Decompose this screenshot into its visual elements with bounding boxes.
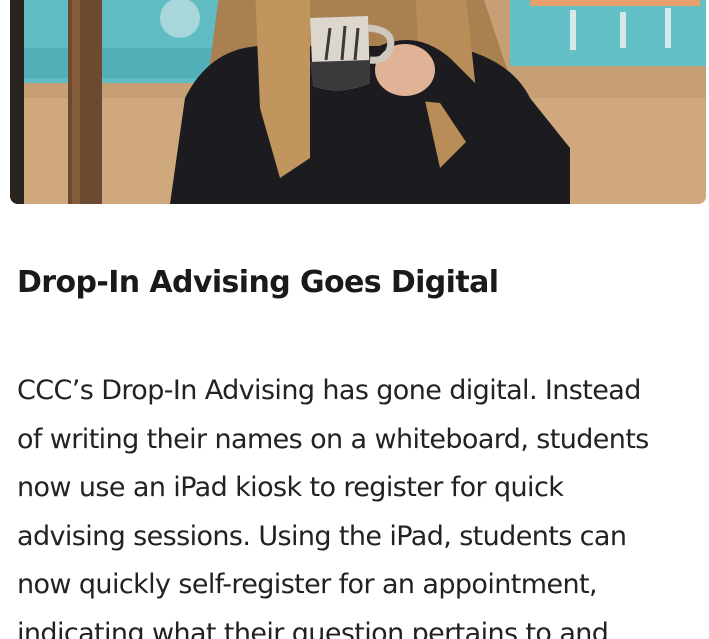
article-title[interactable]: Drop-In Advising Goes Digital [17, 261, 499, 305]
article-body-line: now use an iPad kiosk to register for qu… [17, 472, 564, 503]
article-body-line: advising sessions. Using the iPad, stude… [17, 520, 627, 552]
article-body-line: indicating what their question pertains … [17, 617, 609, 639]
article-body-line: now quickly self-register for an appoint… [17, 569, 598, 600]
article-body-line: CCC’s Drop-In Advising has gone digital.… [17, 375, 641, 406]
article-hero-image [10, 0, 706, 204]
photo-woman-drinking-from-mug-icon [10, 0, 706, 204]
article-body-line: of writing their names on a whiteboard, … [17, 423, 649, 455]
article-body: CCC’s Drop-In Advising has gone digital.… [17, 367, 707, 639]
